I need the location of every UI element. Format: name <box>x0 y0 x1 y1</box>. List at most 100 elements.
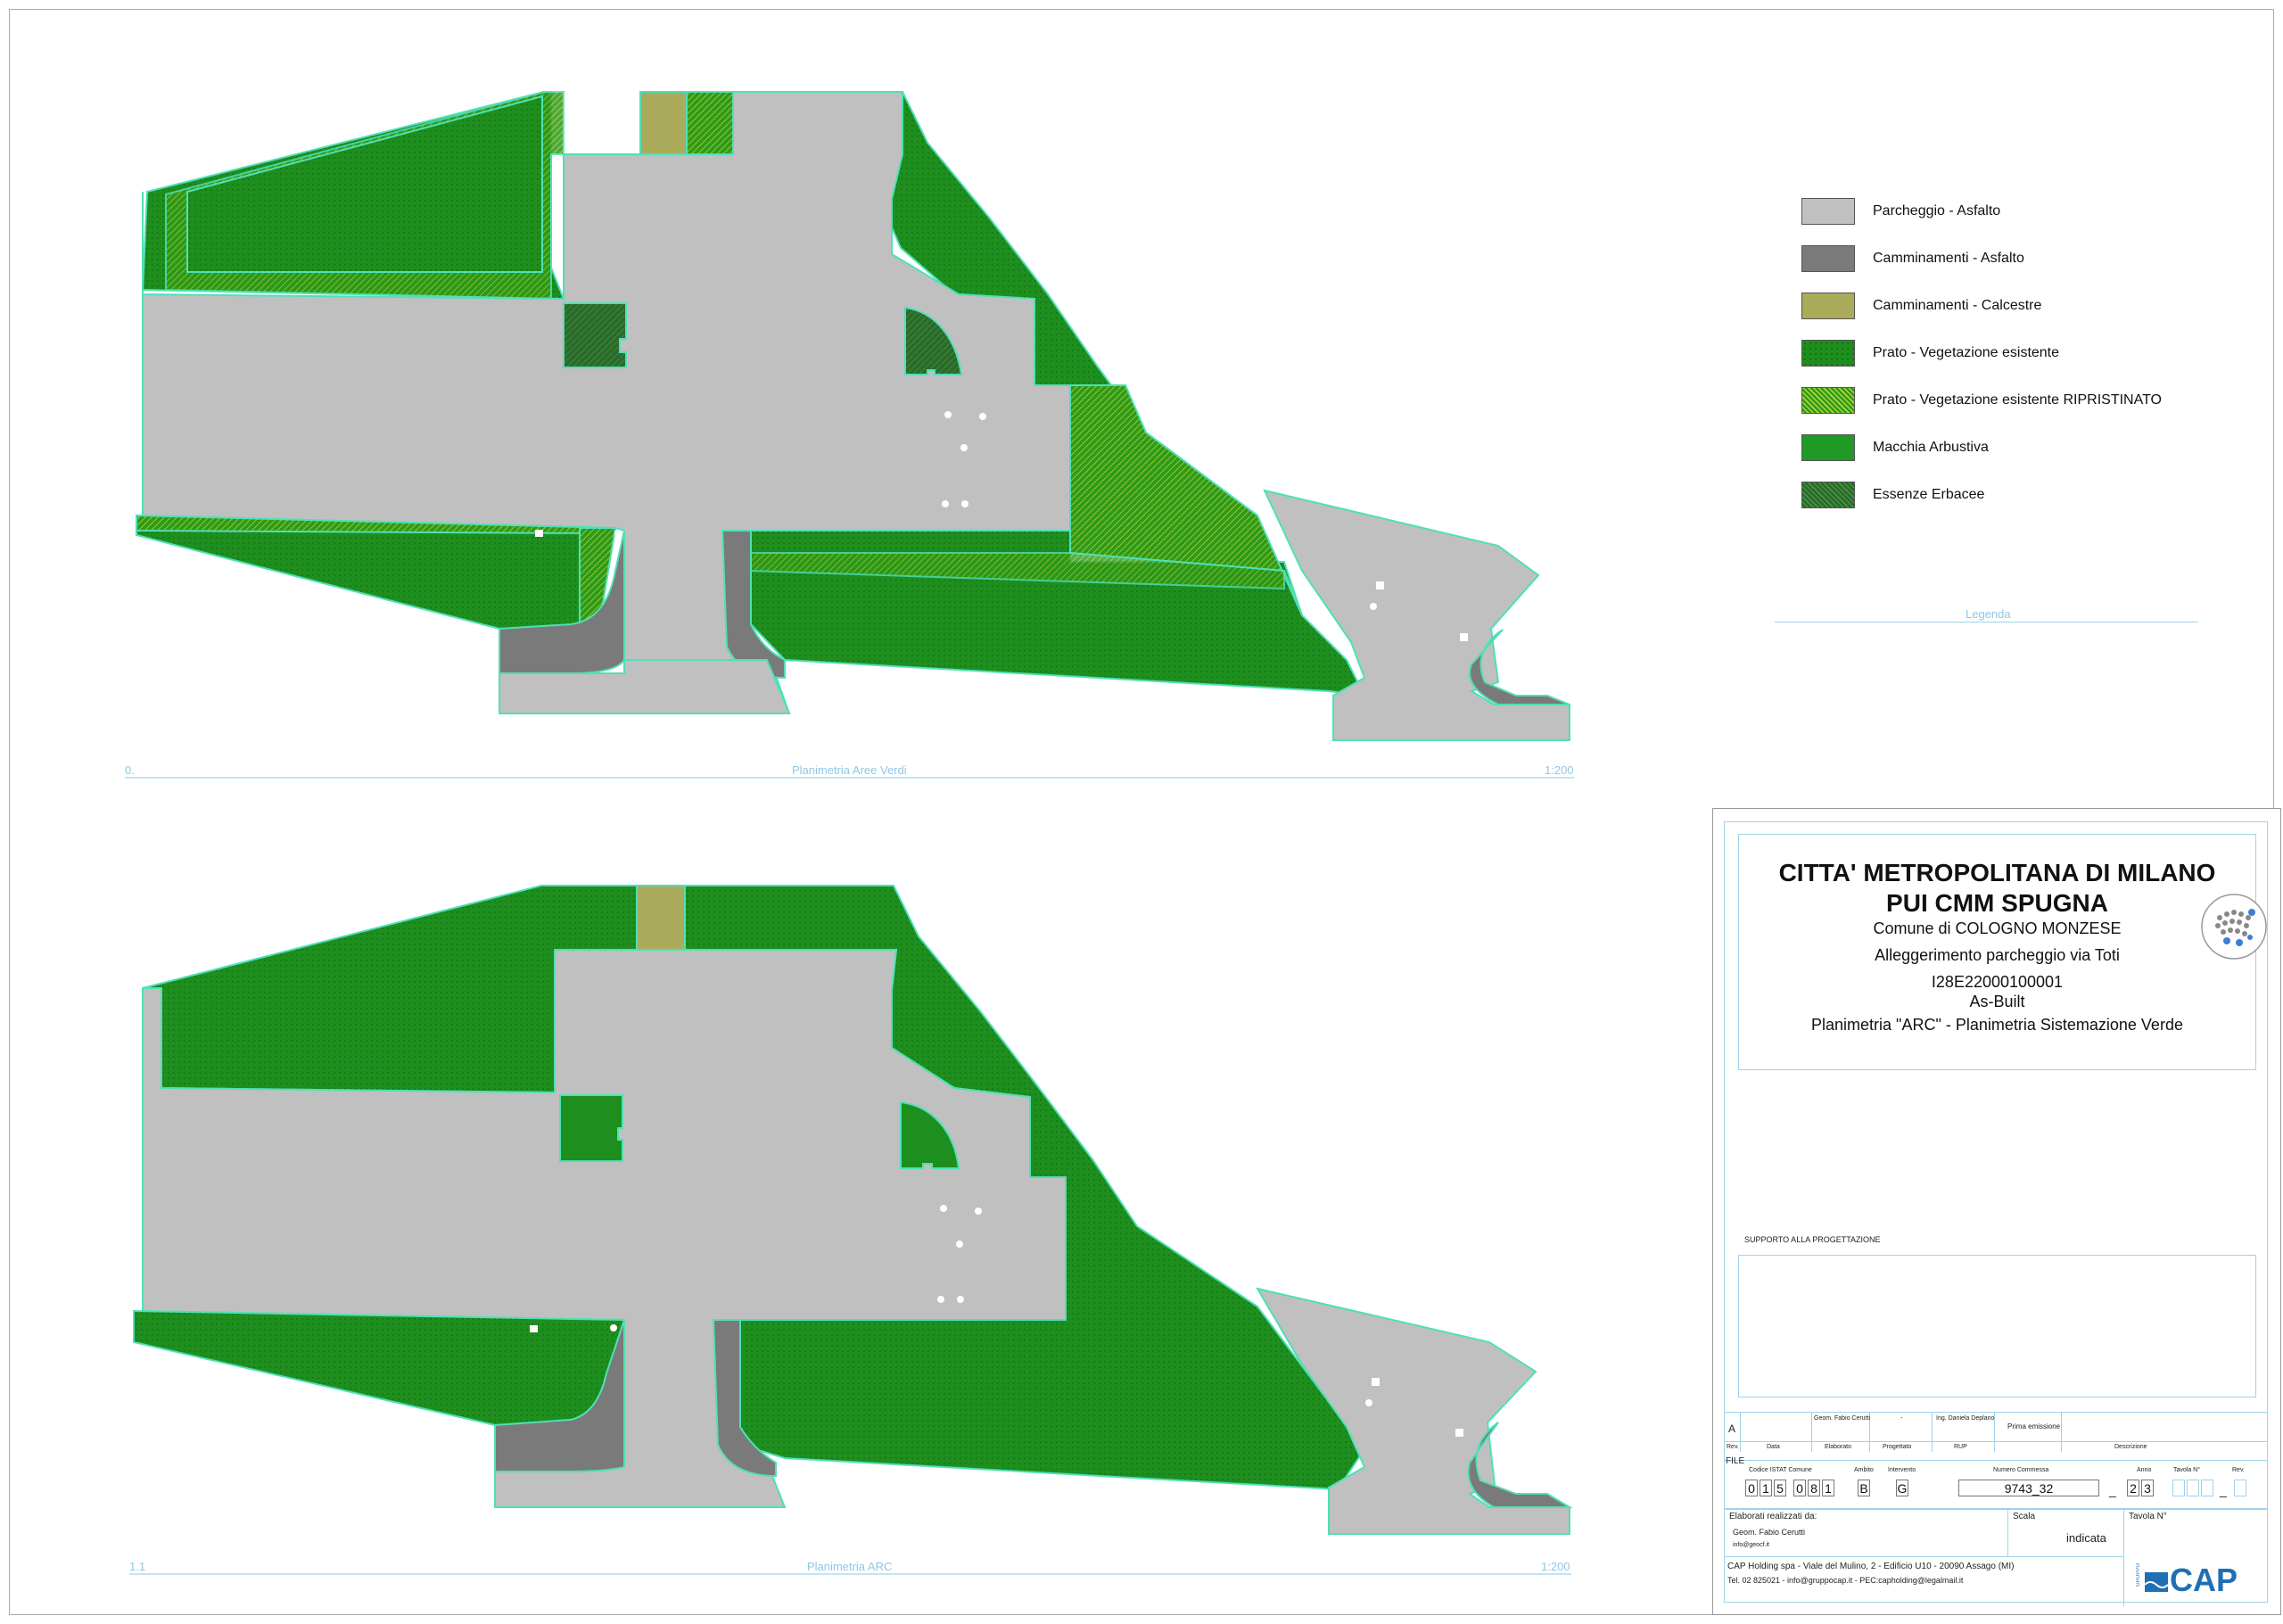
tavola-n-label: Tavola N° <box>2129 1512 2167 1521</box>
istat-digit: 0 <box>1745 1480 1758 1496</box>
legend-item: Prato - Vegetazione esistente <box>1801 329 2162 376</box>
tavola-label: Tavola N° <box>2173 1467 2201 1473</box>
legend-label: Parcheggio - Asfalto <box>1873 202 2001 218</box>
rev-progettato: - <box>1900 1415 1903 1422</box>
legend-label: Camminamenti - Calcestre <box>1873 297 2042 313</box>
separator: _ <box>2109 1483 2116 1497</box>
rev-header: Elaborato <box>1825 1444 1851 1450</box>
swatch-macchia <box>1801 433 1855 461</box>
anno-digit: 3 <box>2141 1480 2154 1496</box>
plan-top-number: 0. <box>125 763 135 777</box>
ambito-value: B <box>1858 1480 1870 1496</box>
plan-bottom-scale: 1:200 <box>1541 1560 1570 1573</box>
istat-digit: 0 <box>1793 1480 1806 1496</box>
rev-descrizione: Prima emissione <box>2007 1422 2061 1430</box>
intervento-label: Intervento <box>1888 1467 1916 1473</box>
rev-header: Data <box>1767 1444 1780 1450</box>
title-line2: PUI CMM SPUGNA <box>1886 889 2108 917</box>
metropolitan-city-logo <box>2201 894 2267 960</box>
legend-label: Prato - Vegetazione esistente <box>1873 344 2060 360</box>
swatch-prato <box>1801 339 1855 367</box>
legend-label: Macchia Arbustiva <box>1873 439 1989 455</box>
legend-item: Essenze Erbacee <box>1801 471 2162 518</box>
legend: Parcheggio - Asfalto Camminamenti - Asfa… <box>1801 187 2162 518</box>
company-contacts: Tel. 02 825021 - info@gruppocap.it - PEC… <box>1727 1576 1964 1585</box>
istat-digit: 8 <box>1808 1480 1820 1496</box>
project-code: I28E22000100001 <box>1931 973 2064 991</box>
plan-bottom <box>133 885 1573 1535</box>
author-name: Geom. Fabio Cerutti <box>1733 1528 1806 1537</box>
calcestre-path <box>636 885 686 951</box>
cap-logo-small: GRUPPO <box>2136 1563 2141 1587</box>
istat-a: 0 1 5 <box>1745 1480 1786 1496</box>
green-area <box>186 95 543 273</box>
legend-label: Essenze Erbacee <box>1873 486 1985 502</box>
legend-item: Parcheggio - Asfalto <box>1801 187 2162 235</box>
title-block-header: CITTA' METROPOLITANA DI MILANO PUI CMM S… <box>1738 834 2267 1070</box>
plan-top-title: Planimetria Aree Verdi <box>792 763 907 777</box>
rev-elaborato: Geom. Fabio Cerutti <box>1814 1415 1871 1422</box>
istat-digit: 1 <box>1822 1480 1834 1496</box>
legend-label: Prato - Vegetazione esistente RIPRISTINA… <box>1873 392 2162 408</box>
rev-value: A <box>1728 1422 1736 1435</box>
rev-header: Descrizione <box>2114 1444 2147 1450</box>
intervento-value: G <box>1896 1480 1908 1496</box>
istat-b: 0 8 1 <box>1793 1480 1834 1496</box>
legend-item: Camminamenti - Calcestre <box>1801 282 2162 329</box>
scala-value: indicata <box>2066 1531 2106 1545</box>
cap-wave-icon <box>2145 1572 2168 1592</box>
comune: Comune di COLOGNO MONZESE <box>1873 919 2122 937</box>
green-area <box>133 1309 626 1427</box>
rev-header: Rev. <box>1727 1444 1739 1450</box>
cap-logo-text: CAP <box>2170 1562 2238 1598</box>
rev-header: Progettato <box>1883 1444 1912 1450</box>
revision-table <box>1724 1412 2268 1461</box>
istat-digit: 5 <box>1774 1480 1786 1496</box>
plan-bottom-title: Planimetria ARC <box>807 1560 893 1573</box>
rev-label: Rev. <box>2232 1467 2245 1473</box>
rev-header: RUP <box>1954 1444 1967 1450</box>
plan-bottom-number: 1.1 <box>129 1560 146 1573</box>
scala-label: Scala <box>2013 1512 2036 1521</box>
project-name: Alleggerimento parcheggio via Toti <box>1875 946 2120 964</box>
commessa-label: Numero Commessa <box>1993 1467 2049 1473</box>
istat-digit: 1 <box>1760 1480 1772 1496</box>
sheet-title: Planimetria "ARC" - Planimetria Sistemaz… <box>1811 1016 2183 1034</box>
intervento: G <box>1896 1480 1908 1496</box>
swatch-prato-ripristinato <box>1801 386 1855 414</box>
swatch-parcheggio <box>1801 197 1855 225</box>
legend-title: Legenda <box>1966 607 2011 621</box>
calcestre-path <box>639 91 688 155</box>
cap-logo: GRUPPO CAP <box>2136 1556 2261 1601</box>
swatch-camminamenti-asfalto <box>1801 244 1855 272</box>
plan-top-scale: 1:200 <box>1545 763 1574 777</box>
project-status: As-Built <box>1969 993 2025 1010</box>
rev-digit <box>2234 1480 2246 1496</box>
plan-drawings <box>125 91 1574 1575</box>
restored-green-area <box>686 91 734 155</box>
support-label: SUPPORTO ALLA PROGETTAZIONE <box>1744 1235 1881 1244</box>
green-area <box>559 1094 623 1162</box>
file-label: FILE <box>1726 1456 1745 1466</box>
tavola-digit <box>2172 1480 2185 1496</box>
legend-item: Camminamenti - Asfalto <box>1801 235 2162 282</box>
anno-label: Anno <box>2137 1467 2152 1473</box>
separator: _ <box>2220 1483 2227 1497</box>
ambito: B <box>1858 1480 1870 1496</box>
title-block: CITTA' METROPOLITANA DI MILANO PUI CMM S… <box>1712 808 2281 1615</box>
ambito-label: Ambito <box>1854 1467 1874 1473</box>
legend-label: Camminamenti - Asfalto <box>1873 250 2024 266</box>
elaborati-label: Elaborati realizzati da: <box>1729 1512 1817 1521</box>
company-address: CAP Holding spa - Viale del Mulino, 2 - … <box>1727 1562 2015 1571</box>
swatch-essenze <box>1801 481 1855 508</box>
rev-rup: Ing. Daniela Deplano <box>1936 1415 1995 1422</box>
title-line1: CITTA' METROPOLITANA DI MILANO <box>1778 859 2216 886</box>
tavola <box>2172 1480 2213 1496</box>
herbaceous-block <box>563 302 627 368</box>
rev-box <box>2234 1480 2246 1496</box>
support-box <box>1738 1255 2256 1397</box>
legend-item: Macchia Arbustiva <box>1801 424 2162 471</box>
author-email: info@geocf.it <box>1733 1542 1769 1548</box>
legend-item: Prato - Vegetazione esistente RIPRISTINA… <box>1801 376 2162 424</box>
istat-label: Codice ISTAT Comune <box>1749 1467 1812 1473</box>
